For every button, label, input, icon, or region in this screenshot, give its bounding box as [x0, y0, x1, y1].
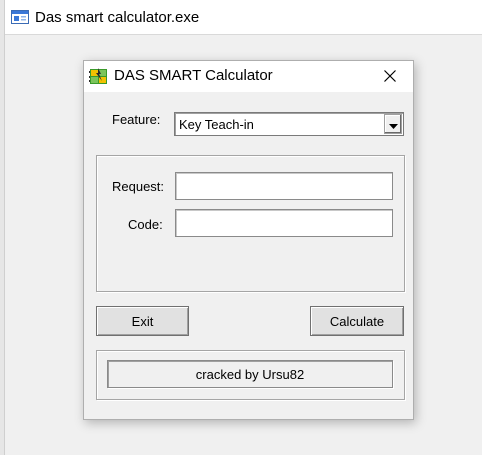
calculator-dialog: DAS SMART Calculator Feature: Key Teach-…	[83, 60, 414, 420]
status-text: cracked by Ursu82	[107, 360, 393, 388]
parent-window-border	[0, 0, 5, 455]
chevron-down-icon	[388, 116, 398, 132]
calculator-chip-icon	[89, 67, 108, 86]
feature-select[interactable]: Key Teach-in	[174, 112, 404, 136]
request-label: Request:	[112, 179, 165, 194]
request-input[interactable]	[175, 172, 393, 200]
dialog-title-bar[interactable]: DAS SMART Calculator	[84, 61, 413, 92]
close-icon	[384, 69, 396, 85]
console-window-icon	[11, 10, 29, 24]
feature-label: Feature:	[112, 112, 161, 127]
code-label: Code:	[128, 217, 163, 232]
code-input[interactable]	[175, 209, 393, 237]
dialog-title: DAS SMART Calculator	[114, 67, 273, 84]
exit-button[interactable]: Exit	[96, 306, 189, 336]
parent-window-title: Das smart calculator.exe	[35, 9, 200, 26]
feature-selected-value: Key Teach-in	[179, 117, 254, 132]
dropdown-button[interactable]	[384, 114, 402, 134]
calculate-button[interactable]: Calculate	[310, 306, 404, 336]
close-button[interactable]	[367, 61, 413, 92]
parent-title-bar[interactable]: Das smart calculator.exe	[5, 0, 482, 35]
